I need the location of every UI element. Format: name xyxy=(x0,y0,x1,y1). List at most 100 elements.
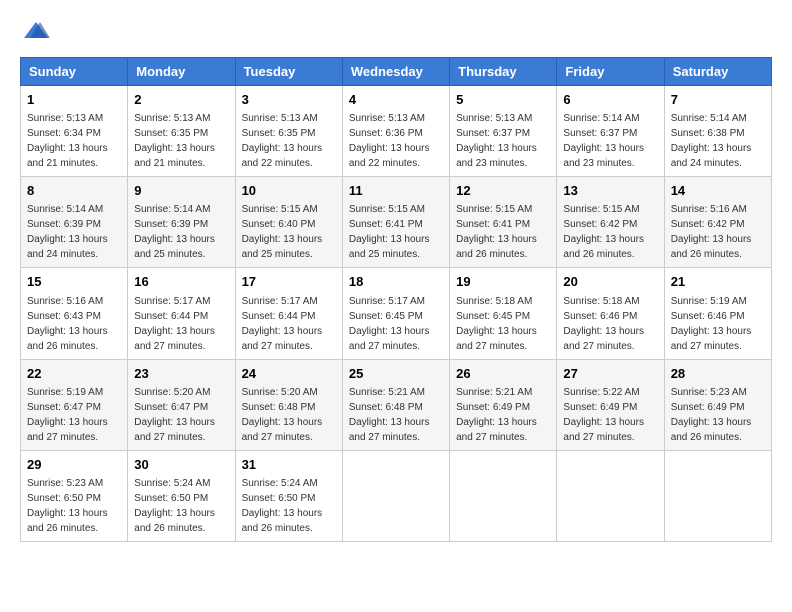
day-number: 19 xyxy=(456,273,550,291)
calendar-cell: 30Sunrise: 5:24 AMSunset: 6:50 PMDayligh… xyxy=(128,450,235,541)
day-number: 25 xyxy=(349,365,443,383)
day-info: Sunrise: 5:15 AMSunset: 6:40 PMDaylight:… xyxy=(242,204,323,260)
day-number: 9 xyxy=(134,182,228,200)
day-number: 7 xyxy=(671,91,765,109)
calendar-header-tuesday: Tuesday xyxy=(235,58,342,86)
day-info: Sunrise: 5:16 AMSunset: 6:42 PMDaylight:… xyxy=(671,204,752,260)
day-number: 15 xyxy=(27,273,121,291)
day-info: Sunrise: 5:16 AMSunset: 6:43 PMDaylight:… xyxy=(27,296,108,352)
calendar-cell: 23 Sunrise: 5:20 AMSunset: 6:47 PMDayligh… xyxy=(128,359,235,450)
day-info: Sunrise: 5:18 AMSunset: 6:45 PMDaylight:… xyxy=(456,296,537,352)
day-number: 16 xyxy=(134,273,228,291)
calendar-header-monday: Monday xyxy=(128,58,235,86)
calendar-cell: 3Sunrise: 5:13 AMSunset: 6:35 PMDaylight… xyxy=(235,86,342,177)
day-number: 28 xyxy=(671,365,765,383)
calendar-cell: 28 Sunrise: 5:23 AMSunset: 6:49 PMDayligh… xyxy=(664,359,771,450)
day-number: 29 xyxy=(27,456,121,474)
day-info: Sunrise: 5:21 AMSunset: 6:49 PMDaylight:… xyxy=(456,387,537,443)
day-number: 11 xyxy=(349,182,443,200)
day-number: 26 xyxy=(456,365,550,383)
day-number: 14 xyxy=(671,182,765,200)
calendar-cell: 18 Sunrise: 5:17 AMSunset: 6:45 PMDayligh… xyxy=(342,268,449,359)
day-info: Sunrise: 5:18 AMSunset: 6:46 PMDaylight:… xyxy=(563,296,644,352)
calendar-cell: 22 Sunrise: 5:19 AMSunset: 6:47 PMDayligh… xyxy=(21,359,128,450)
calendar-cell xyxy=(342,450,449,541)
day-number: 10 xyxy=(242,182,336,200)
calendar-cell: 4Sunrise: 5:13 AMSunset: 6:36 PMDaylight… xyxy=(342,86,449,177)
calendar-cell: 8 Sunrise: 5:14 AMSunset: 6:39 PMDaylight… xyxy=(21,177,128,268)
day-number: 21 xyxy=(671,273,765,291)
day-info: Sunrise: 5:20 AMSunset: 6:48 PMDaylight:… xyxy=(242,387,323,443)
calendar-cell: 16 Sunrise: 5:17 AMSunset: 6:44 PMDayligh… xyxy=(128,268,235,359)
logo-icon xyxy=(22,20,50,42)
day-info: Sunrise: 5:15 AMSunset: 6:41 PMDaylight:… xyxy=(349,204,430,260)
day-info: Sunrise: 5:17 AMSunset: 6:44 PMDaylight:… xyxy=(242,296,323,352)
calendar-week-row: 1 Sunrise: 5:13 AMSunset: 6:34 PMDaylight… xyxy=(21,86,772,177)
day-number: 1 xyxy=(27,91,121,109)
calendar-cell: 6 Sunrise: 5:14 AMSunset: 6:37 PMDaylight… xyxy=(557,86,664,177)
calendar-cell: 15 Sunrise: 5:16 AMSunset: 6:43 PMDayligh… xyxy=(21,268,128,359)
calendar-table: SundayMondayTuesdayWednesdayThursdayFrid… xyxy=(20,57,772,542)
calendar-cell: 17 Sunrise: 5:17 AMSunset: 6:44 PMDayligh… xyxy=(235,268,342,359)
calendar-cell: 20 Sunrise: 5:18 AMSunset: 6:46 PMDayligh… xyxy=(557,268,664,359)
day-info: Sunrise: 5:17 AMSunset: 6:44 PMDaylight:… xyxy=(134,296,215,352)
day-info: Sunrise: 5:20 AMSunset: 6:47 PMDaylight:… xyxy=(134,387,215,443)
day-info: Sunrise: 5:19 AMSunset: 6:46 PMDaylight:… xyxy=(671,296,752,352)
calendar-week-row: 22 Sunrise: 5:19 AMSunset: 6:47 PMDayligh… xyxy=(21,359,772,450)
day-info: Sunrise: 5:15 AMSunset: 6:42 PMDaylight:… xyxy=(563,204,644,260)
day-number: 17 xyxy=(242,273,336,291)
day-info: Sunrise: 5:15 AMSunset: 6:41 PMDaylight:… xyxy=(456,204,537,260)
day-number: 30 xyxy=(134,456,228,474)
calendar-cell: 2 Sunrise: 5:13 AMSunset: 6:35 PMDaylight… xyxy=(128,86,235,177)
calendar-cell: 27 Sunrise: 5:22 AMSunset: 6:49 PMDayligh… xyxy=(557,359,664,450)
day-info: Sunrise: 5:13 AMSunset: 6:34 PMDaylight:… xyxy=(27,113,108,169)
day-number: 8 xyxy=(27,182,121,200)
calendar-cell: 9 Sunrise: 5:14 AMSunset: 6:39 PMDaylight… xyxy=(128,177,235,268)
calendar-week-row: 29 Sunrise: 5:23 AMSunset: 6:50 PMDayligh… xyxy=(21,450,772,541)
day-number: 2 xyxy=(134,91,228,109)
page-header xyxy=(20,20,772,47)
calendar-cell: 12Sunrise: 5:15 AMSunset: 6:41 PMDayligh… xyxy=(450,177,557,268)
calendar-header-row: SundayMondayTuesdayWednesdayThursdayFrid… xyxy=(21,58,772,86)
calendar-week-row: 8 Sunrise: 5:14 AMSunset: 6:39 PMDaylight… xyxy=(21,177,772,268)
calendar-cell: 26 Sunrise: 5:21 AMSunset: 6:49 PMDayligh… xyxy=(450,359,557,450)
calendar-header-friday: Friday xyxy=(557,58,664,86)
day-info: Sunrise: 5:24 AMSunset: 6:50 PMDaylight:… xyxy=(242,478,323,534)
day-info: Sunrise: 5:13 AMSunset: 6:35 PMDaylight:… xyxy=(242,113,323,169)
calendar-cell: 21 Sunrise: 5:19 AMSunset: 6:46 PMDayligh… xyxy=(664,268,771,359)
day-info: Sunrise: 5:14 AMSunset: 6:39 PMDaylight:… xyxy=(27,204,108,260)
calendar-cell: 19 Sunrise: 5:18 AMSunset: 6:45 PMDayligh… xyxy=(450,268,557,359)
calendar-header-saturday: Saturday xyxy=(664,58,771,86)
day-number: 18 xyxy=(349,273,443,291)
logo xyxy=(20,20,54,47)
day-number: 20 xyxy=(563,273,657,291)
calendar-header-wednesday: Wednesday xyxy=(342,58,449,86)
day-number: 6 xyxy=(563,91,657,109)
day-info: Sunrise: 5:21 AMSunset: 6:48 PMDaylight:… xyxy=(349,387,430,443)
day-number: 22 xyxy=(27,365,121,383)
calendar-header-sunday: Sunday xyxy=(21,58,128,86)
day-info: Sunrise: 5:19 AMSunset: 6:47 PMDaylight:… xyxy=(27,387,108,443)
day-number: 13 xyxy=(563,182,657,200)
calendar-cell: 10 Sunrise: 5:15 AMSunset: 6:40 PMDayligh… xyxy=(235,177,342,268)
day-info: Sunrise: 5:17 AMSunset: 6:45 PMDaylight:… xyxy=(349,296,430,352)
calendar-cell: 25 Sunrise: 5:21 AMSunset: 6:48 PMDayligh… xyxy=(342,359,449,450)
day-info: Sunrise: 5:23 AMSunset: 6:50 PMDaylight:… xyxy=(27,478,108,534)
calendar-cell: 31 Sunrise: 5:24 AMSunset: 6:50 PMDayligh… xyxy=(235,450,342,541)
day-number: 5 xyxy=(456,91,550,109)
day-info: Sunrise: 5:13 AMSunset: 6:36 PMDaylight:… xyxy=(349,113,430,169)
day-info: Sunrise: 5:14 AMSunset: 6:38 PMDaylight:… xyxy=(671,113,752,169)
calendar-cell: 5 Sunrise: 5:13 AMSunset: 6:37 PMDaylight… xyxy=(450,86,557,177)
day-number: 23 xyxy=(134,365,228,383)
day-info: Sunrise: 5:22 AMSunset: 6:49 PMDaylight:… xyxy=(563,387,644,443)
day-number: 31 xyxy=(242,456,336,474)
calendar-cell: 24 Sunrise: 5:20 AMSunset: 6:48 PMDayligh… xyxy=(235,359,342,450)
calendar-week-row: 15 Sunrise: 5:16 AMSunset: 6:43 PMDayligh… xyxy=(21,268,772,359)
day-info: Sunrise: 5:14 AMSunset: 6:37 PMDaylight:… xyxy=(563,113,644,169)
day-info: Sunrise: 5:23 AMSunset: 6:49 PMDaylight:… xyxy=(671,387,752,443)
day-number: 24 xyxy=(242,365,336,383)
day-number: 27 xyxy=(563,365,657,383)
day-info: Sunrise: 5:13 AMSunset: 6:35 PMDaylight:… xyxy=(134,113,215,169)
day-info: Sunrise: 5:13 AMSunset: 6:37 PMDaylight:… xyxy=(456,113,537,169)
day-info: Sunrise: 5:14 AMSunset: 6:39 PMDaylight:… xyxy=(134,204,215,260)
